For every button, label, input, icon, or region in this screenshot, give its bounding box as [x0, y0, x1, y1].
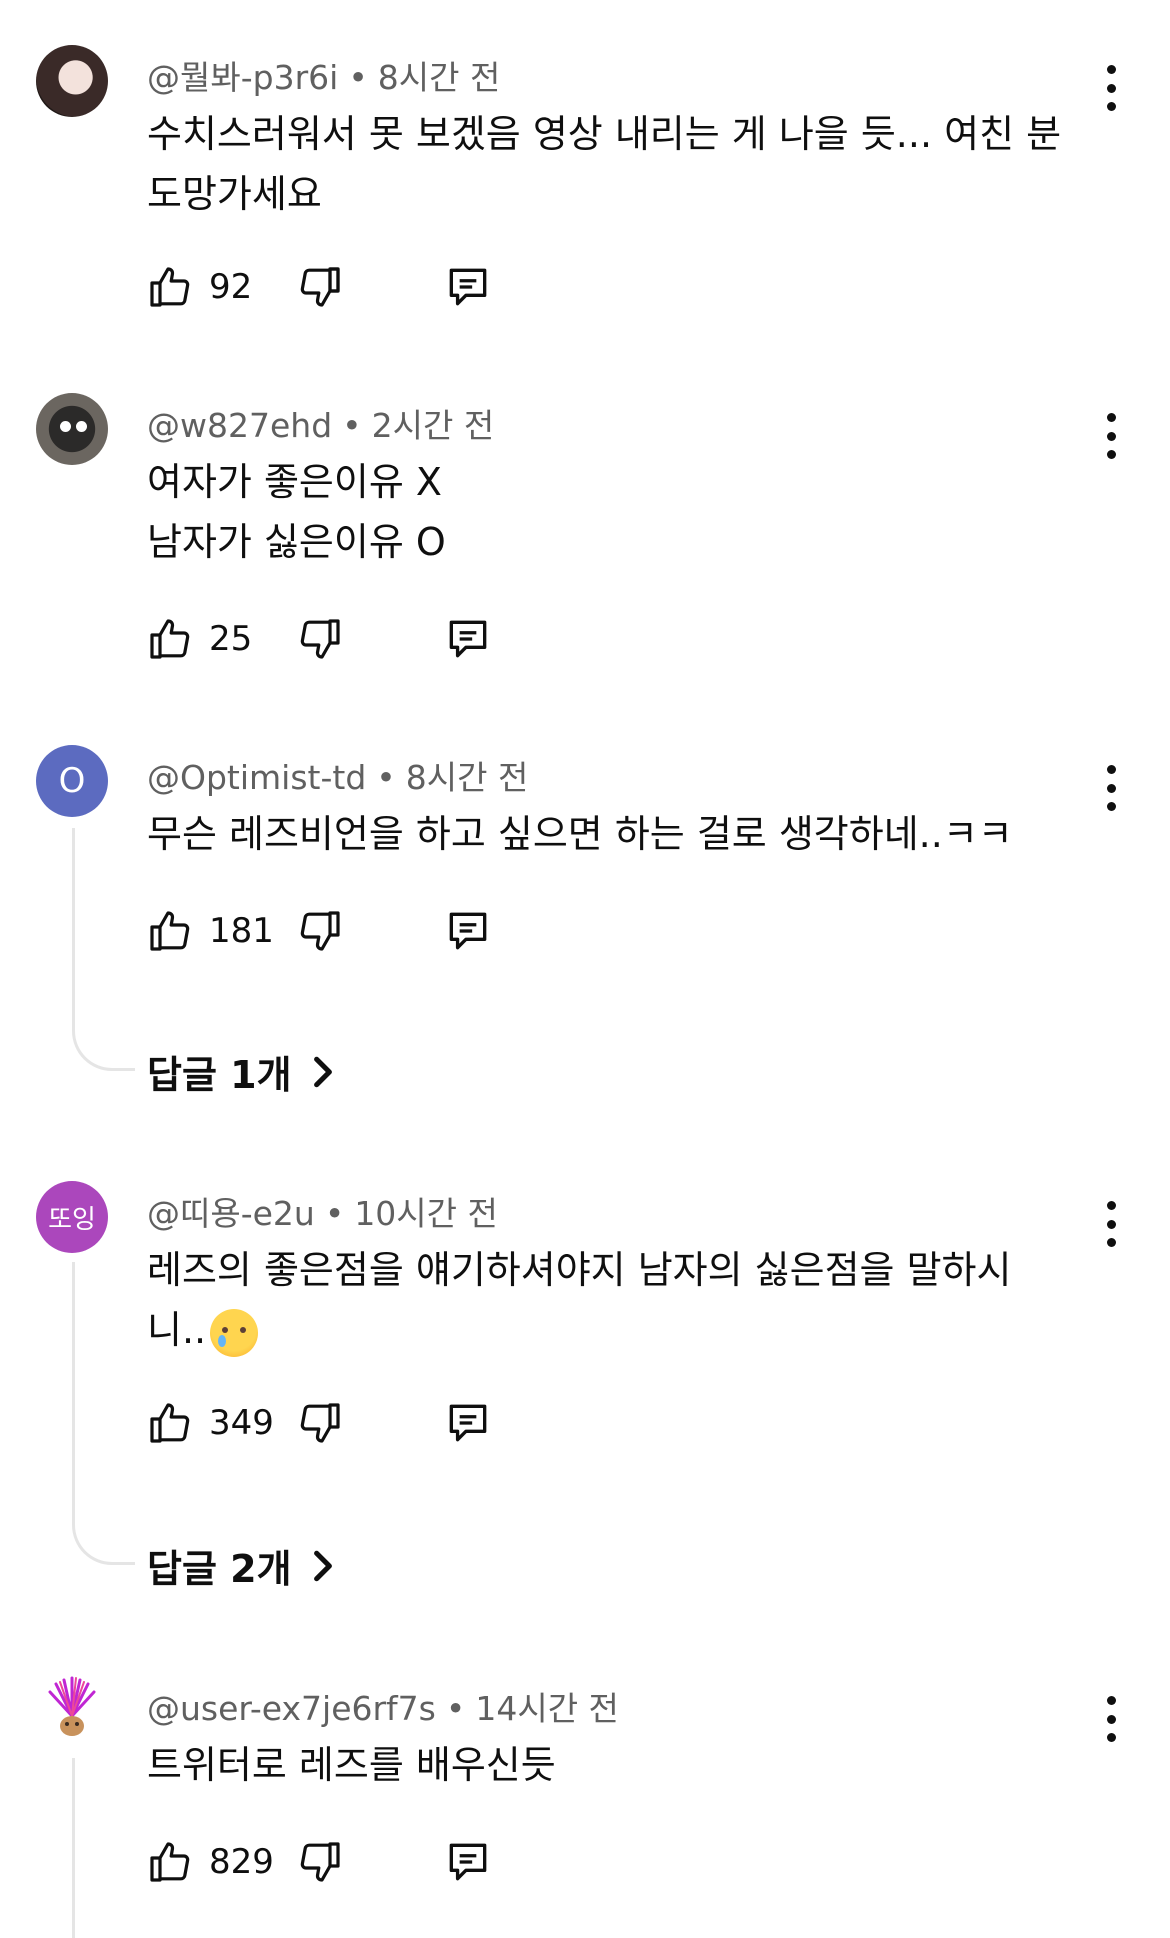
chevron-right-icon	[310, 1549, 336, 1583]
comment-text: 도망가세요	[147, 172, 322, 216]
like-count: 92	[209, 267, 253, 307]
replies-label: 답글 1개	[147, 1053, 292, 1097]
avatar[interactable]	[36, 393, 108, 465]
reply-thread-line	[72, 1262, 135, 1565]
timestamp[interactable]: 2시간 전	[372, 406, 495, 445]
comment-text: 여자가 좋은이유 X	[147, 460, 442, 504]
comment-header: @user-ex7je6rf7s • 14시간 전	[147, 1682, 619, 1730]
author-handle[interactable]: @user-ex7je6rf7s	[147, 1689, 436, 1728]
separator-dot: •	[445, 1689, 466, 1728]
comment-header: @w827ehd • 2시간 전	[147, 399, 494, 447]
comment-icon[interactable]	[443, 262, 493, 312]
comment-text: 니..	[147, 1299, 259, 1357]
author-handle[interactable]: @Optimist-td	[147, 758, 366, 797]
separator-dot: •	[348, 58, 368, 97]
comment-text: 수치스러워서 못 보겠음 영상 내리는 게 나을 듯... 여친 분	[147, 112, 1062, 156]
chevron-right-icon	[310, 1055, 336, 1089]
thumbs-up-icon[interactable]	[145, 614, 195, 664]
reply-thread-line	[72, 1758, 75, 1938]
comment-text: 무슨 레즈비언을 하고 싶으면 하는 걸로 생각하네..ㅋㅋ	[147, 812, 1013, 856]
timestamp[interactable]: 8시간 전	[378, 58, 501, 97]
author-handle[interactable]: @띠용-e2u	[147, 1194, 315, 1233]
comment-icon[interactable]	[443, 614, 493, 664]
replies-label: 답글 2개	[147, 1547, 292, 1591]
comment-header: @띠용-e2u • 10시간 전	[147, 1187, 498, 1235]
separator-dot: •	[376, 758, 396, 797]
view-replies-button[interactable]: 답글 2개	[147, 1538, 336, 1593]
thumbs-up-icon[interactable]	[145, 1837, 195, 1887]
like-count: 349	[209, 1403, 274, 1443]
thumbs-up-icon[interactable]	[145, 262, 195, 312]
timestamp[interactable]: 8시간 전	[406, 758, 529, 797]
comment-icon[interactable]	[443, 1837, 493, 1887]
separator-dot: •	[342, 406, 362, 445]
more-vert-icon[interactable]	[1096, 1696, 1126, 1742]
thumbs-down-icon[interactable]	[295, 262, 345, 312]
like-count: 829	[209, 1842, 274, 1882]
author-handle[interactable]: @뭘봐-p3r6i	[147, 58, 338, 97]
comment-header: @Optimist-td • 8시간 전	[147, 751, 528, 799]
crying-face-emoji	[210, 1308, 259, 1357]
thumbs-down-icon[interactable]	[295, 1398, 345, 1448]
comment-text: 남자가 싫은이유 O	[147, 520, 446, 564]
thumbs-down-icon[interactable]	[295, 906, 345, 956]
timestamp[interactable]: 10시간 전	[354, 1194, 498, 1233]
avatar[interactable]	[36, 1676, 108, 1748]
avatar[interactable]	[36, 45, 108, 117]
thumbs-up-icon[interactable]	[145, 906, 195, 956]
thumbs-down-icon[interactable]	[295, 1837, 345, 1887]
comment-text-fragment: 니..	[147, 1308, 207, 1352]
comment-actions: 829	[145, 1836, 493, 1888]
thumbs-up-icon[interactable]	[145, 1398, 195, 1448]
more-vert-icon[interactable]	[1096, 413, 1126, 459]
timestamp[interactable]: 14시간 전	[475, 1689, 619, 1728]
separator-dot: •	[324, 1194, 345, 1233]
like-count: 25	[209, 619, 253, 659]
comment-actions: 349	[145, 1397, 493, 1449]
view-replies-button[interactable]: 답글 1개	[147, 1044, 336, 1099]
more-vert-icon[interactable]	[1096, 65, 1126, 111]
thumbs-down-icon[interactable]	[295, 614, 345, 664]
comment-actions: 92	[145, 261, 493, 313]
comment-icon[interactable]	[443, 1398, 493, 1448]
reply-thread-line	[72, 828, 135, 1071]
more-vert-icon[interactable]	[1096, 1201, 1126, 1247]
comment-actions: 181	[145, 905, 493, 957]
author-handle[interactable]: @w827ehd	[147, 406, 332, 445]
comment-text: 레즈의 좋은점을 얘기하셔야지 남자의 싫은점을 말하시	[147, 1248, 1012, 1292]
comment-icon[interactable]	[443, 906, 493, 956]
comment-actions: 25	[145, 613, 493, 665]
comment-text: 트위터로 레즈를 배우신듯	[147, 1743, 556, 1787]
avatar[interactable]: 또잉	[36, 1181, 108, 1253]
comment-header: @뭘봐-p3r6i • 8시간 전	[147, 51, 500, 99]
more-vert-icon[interactable]	[1096, 765, 1126, 811]
avatar[interactable]: O	[36, 745, 108, 817]
like-count: 181	[209, 911, 274, 951]
